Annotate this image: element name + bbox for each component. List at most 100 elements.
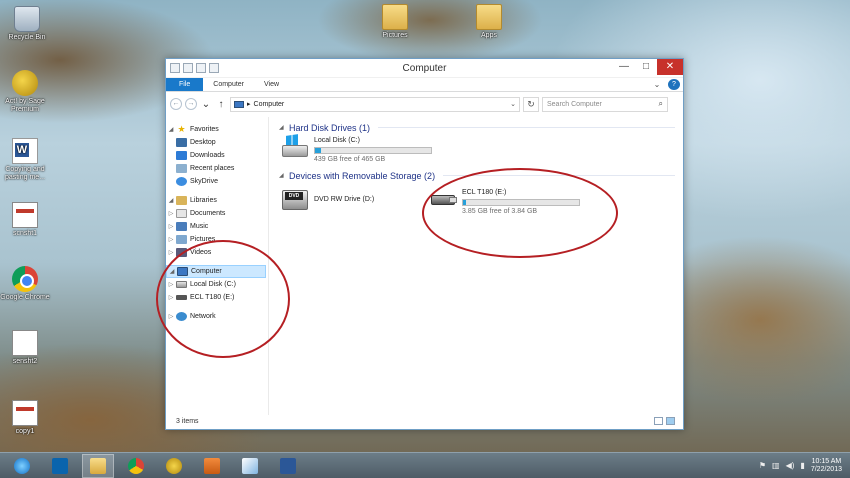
nav-item-music[interactable]: ▷ Music (166, 220, 268, 233)
desktop-icon-act-sage[interactable]: Act! by Sage Premium (0, 70, 50, 114)
address-path[interactable]: Computer (254, 101, 285, 108)
network-status-icon[interactable]: ▥ (772, 461, 780, 470)
drive-dvd[interactable]: DVD DVD RW Drive (D:) (281, 187, 374, 213)
taskbar-ie[interactable] (6, 454, 38, 478)
help-icon[interactable]: ? (668, 79, 680, 90)
nav-label: Libraries (190, 197, 217, 204)
group-header-hard-disks[interactable]: ◢ Hard Disk Drives (1) (279, 121, 683, 134)
pictures-icon (176, 235, 187, 244)
nav-item-documents[interactable]: ▷ Documents (166, 207, 268, 220)
address-separator[interactable]: ▸ (247, 100, 251, 108)
taskbar-outlook[interactable] (44, 454, 76, 478)
nav-item-downloads[interactable]: Downloads (166, 149, 268, 162)
expanded-arrow-icon[interactable]: ◢ (279, 172, 289, 179)
refresh-button[interactable]: ↻ (523, 96, 539, 112)
recent-locations-dropdown[interactable]: ⌄ (200, 99, 212, 110)
desktop-icon-chrome[interactable]: Google Chrome (0, 266, 50, 302)
skydrive-icon (176, 177, 187, 186)
content-pane[interactable]: ◢ Hard Disk Drives (1) Local Disk (C:) 4… (269, 117, 683, 415)
drive-usage-fill (315, 148, 322, 153)
desktop-icon-label: copy1 (15, 428, 35, 435)
taskbar-act-sage[interactable] (158, 454, 190, 478)
collapsed-arrow-icon[interactable]: ▷ (166, 236, 176, 243)
action-center-flag-icon[interactable]: ⚑ (759, 461, 766, 470)
expand-ribbon-button[interactable]: ⌄ (649, 78, 665, 91)
address-bar[interactable]: ▸ Computer ⌄ (230, 96, 520, 112)
details-view-icon[interactable] (654, 417, 663, 425)
drive-name: DVD RW Drive (D:) (314, 196, 375, 203)
desktop-icon-copy1[interactable]: copy1 (0, 400, 50, 436)
desktop-icon-pictures[interactable]: Pictures (370, 4, 420, 40)
documents-icon (176, 209, 187, 218)
drive-free-space: 439 GB free of 465 GB (314, 156, 386, 163)
ie-icon (14, 457, 30, 474)
drive-local-disk[interactable]: Local Disk (C:) 439 GB free of 465 GB (281, 134, 432, 163)
nav-libraries[interactable]: ◢ Libraries (166, 194, 268, 207)
status-bar: 3 items (166, 415, 683, 429)
maximize-button[interactable]: □ (635, 59, 657, 75)
nav-item-recent-places[interactable]: Recent places (166, 162, 268, 175)
desktop-icon-recycle-bin[interactable]: Recycle Bin (2, 6, 52, 42)
taskbar-media-player[interactable] (196, 454, 228, 478)
nav-label: Favorites (190, 126, 219, 133)
tab-file[interactable]: File (166, 78, 204, 91)
nav-label: Recent places (190, 165, 235, 172)
desktop-icon-label: Recycle Bin (8, 34, 46, 41)
search-icon[interactable]: ⌕ (659, 99, 663, 109)
nav-favorites[interactable]: ◢ ★ Favorites (166, 123, 268, 136)
image-file-icon (12, 400, 38, 426)
nav-label: Documents (190, 210, 226, 217)
up-button[interactable]: ↑ (215, 99, 227, 110)
expanded-arrow-icon[interactable]: ◢ (166, 126, 176, 133)
volume-icon[interactable]: ◀) (786, 461, 795, 470)
downloads-icon (176, 151, 187, 160)
tab-computer[interactable]: Computer (203, 78, 254, 91)
minimize-button[interactable]: — (613, 59, 635, 75)
forward-button[interactable]: → (185, 98, 197, 110)
item-count: 3 items (176, 418, 199, 425)
expanded-arrow-icon[interactable]: ◢ (166, 197, 176, 204)
taskbar-word[interactable] (272, 454, 304, 478)
nav-label: SkyDrive (190, 178, 219, 185)
desktop-icon-apps[interactable]: Apps (464, 4, 514, 40)
outlook-icon (52, 457, 68, 474)
desktop-icon-sensht2[interactable]: sensht2 (0, 330, 50, 366)
title-bar[interactable]: Computer — □ ✕ (166, 59, 683, 78)
close-button[interactable]: ✕ (657, 59, 683, 75)
music-icon (176, 222, 187, 231)
dvd-drive-icon: DVD (281, 187, 309, 213)
desktop-icon-label: sensht2 (12, 358, 38, 365)
power-icon[interactable]: ▮ (800, 461, 804, 470)
clock[interactable]: 10:15 AM 7/22/2013 (811, 458, 842, 474)
clock-time: 10:15 AM (811, 457, 842, 465)
window-title: Computer (402, 63, 447, 74)
collapsed-arrow-icon[interactable]: ▷ (166, 210, 176, 217)
group-header-label: Hard Disk Drives (1) (289, 122, 371, 133)
taskbar-paint[interactable] (234, 454, 266, 478)
nav-item-skydrive[interactable]: SkyDrive (166, 175, 268, 188)
recycle-bin-icon (14, 6, 40, 32)
search-input[interactable]: Search Computer ⌕ (542, 96, 668, 112)
desktop-icon-scnsht1[interactable]: scnsht1 (0, 202, 50, 238)
collapsed-arrow-icon[interactable]: ▷ (166, 223, 176, 230)
expanded-arrow-icon[interactable]: ◢ (279, 124, 289, 131)
libraries-icon (176, 196, 187, 205)
taskbar-chrome[interactable] (120, 454, 152, 478)
taskbar-file-explorer[interactable] (82, 453, 114, 478)
desktop-icon-label: scnsht1 (12, 230, 38, 237)
large-icons-view-icon[interactable] (666, 417, 675, 425)
navigation-bar: ← → ⌄ ↑ ▸ Computer ⌄ ↻ Search Computer ⌕ (166, 92, 683, 116)
act-sage-icon (12, 70, 38, 96)
desktop-icon (176, 138, 187, 147)
chrome-icon (128, 457, 144, 474)
hard-disk-icon (281, 134, 309, 161)
address-dropdown-icon[interactable]: ⌄ (510, 100, 516, 108)
nav-item-desktop[interactable]: Desktop (166, 136, 268, 149)
desktop-icon-word-doc[interactable]: Copying and pasting me... (0, 138, 50, 182)
recent-places-icon (176, 164, 187, 173)
nav-label: Downloads (190, 152, 225, 159)
desktop-icon-label: Apps (481, 32, 497, 39)
tab-view[interactable]: View (254, 78, 289, 91)
collapsed-arrow-icon[interactable]: ▷ (166, 249, 176, 256)
back-button[interactable]: ← (170, 98, 182, 110)
